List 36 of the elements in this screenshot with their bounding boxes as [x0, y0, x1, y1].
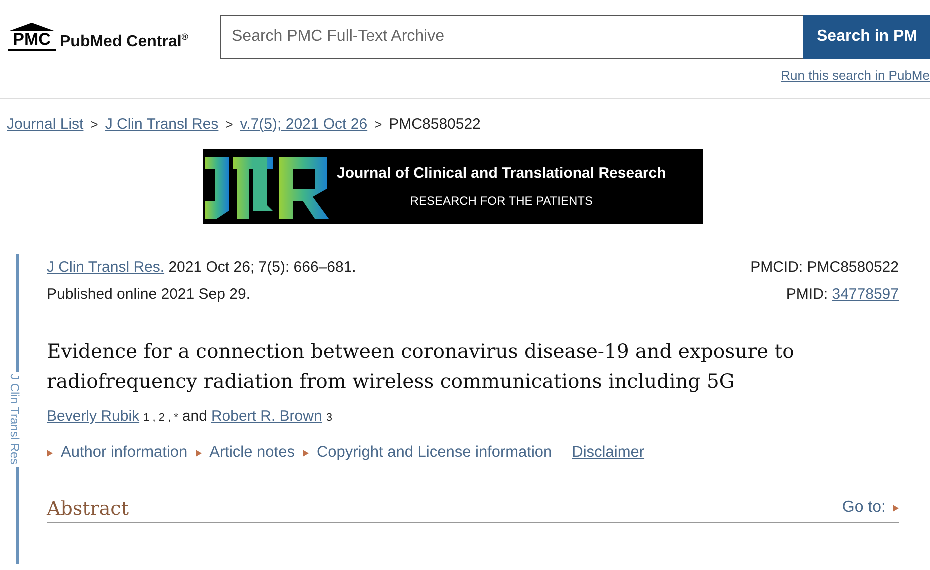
expand-toggle[interactable]: Copyright and License information — [302, 444, 552, 462]
goto-link[interactable]: Go to: — [842, 499, 899, 520]
breadcrumb-link[interactable]: Journal List — [7, 116, 84, 133]
citation-text: J Clin Transl Res. 2021 Oct 26; 7(5): 666–681. — [47, 258, 356, 278]
disclaimer-link[interactable]: Disclaimer — [572, 444, 645, 462]
banner-subtitle: RESEARCH FOR THE PATIENTS — [410, 194, 593, 208]
breadcrumb-current: PMC8580522 — [389, 116, 481, 133]
journal-link[interactable]: J Clin Transl Res. — [47, 259, 165, 276]
pubmed-search-link[interactable]: Run this search in PubMe — [781, 68, 930, 83]
pmid-link[interactable]: 34778597 — [832, 286, 899, 303]
breadcrumb-link[interactable]: J Clin Transl Res — [105, 116, 219, 133]
affiliation-marks: 3 — [326, 412, 332, 424]
author-link[interactable]: Beverly Rubik — [47, 408, 140, 425]
breadcrumb-separator: > — [90, 117, 98, 132]
section-heading: Abstract — [47, 498, 129, 520]
pmcid-text: PMCID: PMC8580522 — [750, 258, 899, 278]
expand-toggle[interactable]: Author information — [47, 444, 188, 462]
triangle-icon — [302, 450, 309, 456]
pubmed-central-logo[interactable]: PMC PubMed Central$^{®}$ — [0, 23, 220, 51]
triangle-icon — [196, 450, 202, 456]
triangle-icon — [893, 504, 899, 512]
affiliation-marks: 1 , 2 , * — [144, 412, 178, 424]
pmid-text: PMID: 34778597 — [786, 285, 899, 305]
expand-toggle[interactable]: Article notes — [196, 444, 295, 462]
published-date: Published online 2021 Sep 29. — [47, 285, 252, 305]
search-field[interactable]: Search PMC Full-Text Archive — [220, 15, 803, 59]
breadcrumb-separator: > — [226, 117, 234, 132]
breadcrumb-separator: > — [374, 117, 382, 132]
breadcrumb-link[interactable]: v.7(5); 2021 Oct 26 — [240, 116, 368, 133]
search-button[interactable]: Search in PM — [803, 15, 930, 59]
triangle-icon — [47, 450, 53, 456]
author-joiner: and — [182, 408, 208, 425]
article-title: Evidence for a connection between coronavirus disease-19 and exposure to radiofrequency radiation from wireless communications including 5G — [47, 339, 796, 395]
author-link[interactable]: Robert R. Brown — [211, 408, 322, 425]
journal-side-label: J Clin Transl Res — [8, 372, 22, 467]
banner-title: Journal of Clinical and Translational Research — [337, 165, 666, 182]
